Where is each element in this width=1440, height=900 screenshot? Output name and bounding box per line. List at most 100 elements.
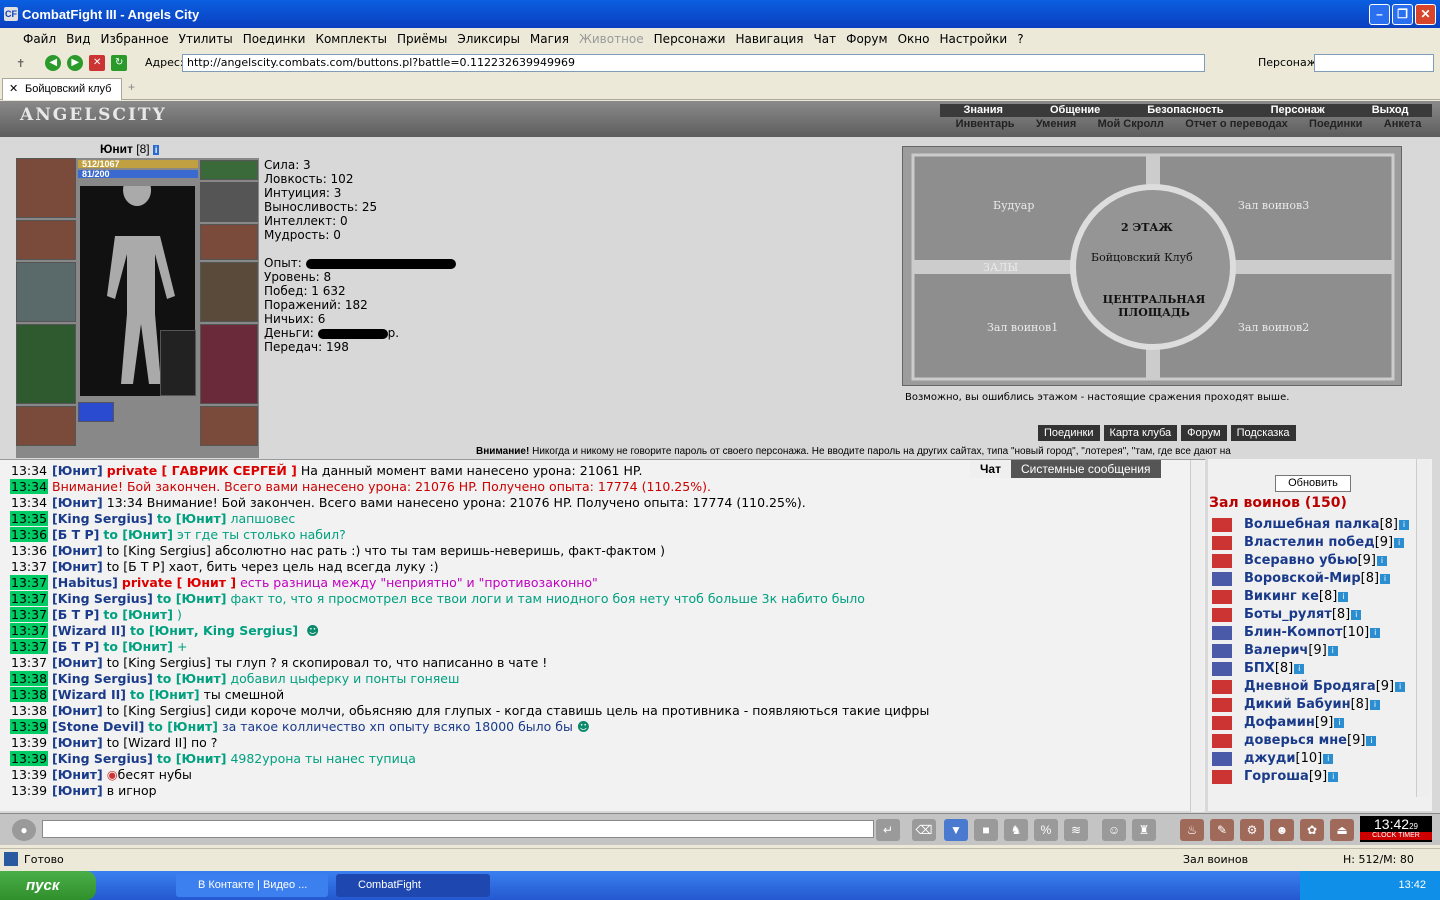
restore-button[interactable]: ❐ xyxy=(1392,4,1413,25)
menu-14[interactable]: Окно xyxy=(893,32,935,46)
message-to[interactable]: to [Юнит, King Sergius] xyxy=(130,623,298,638)
info-icon[interactable]: i xyxy=(1370,627,1381,638)
map-zal3[interactable]: Зал воинов3 xyxy=(1238,199,1309,212)
menu-7[interactable]: Эликсиры xyxy=(452,32,525,46)
minimize-button[interactable]: – xyxy=(1369,4,1390,25)
message-time[interactable]: 13:35 xyxy=(10,511,49,526)
online-user[interactable]: Дневной Бродяга[9] i xyxy=(1212,679,1406,697)
exit-icon[interactable]: ⏏ xyxy=(1330,819,1354,841)
message-nick[interactable]: [Wizard II] xyxy=(52,623,126,638)
info-icon[interactable]: i xyxy=(1394,537,1405,548)
online-user[interactable]: Горгоша[9] i xyxy=(1212,769,1339,787)
info-icon[interactable]: i xyxy=(1395,681,1406,692)
earrings-slot[interactable] xyxy=(200,182,258,222)
user-name[interactable]: джуди xyxy=(1244,751,1296,766)
amulet-slot[interactable] xyxy=(78,402,114,422)
message-nick[interactable]: [Stone Devil] xyxy=(52,719,144,734)
character-name[interactable]: Юнит [8] i xyxy=(100,142,160,156)
menu-4[interactable]: Поединки xyxy=(238,32,311,46)
menu-1[interactable]: Вид xyxy=(61,32,95,46)
nav-bottom-2[interactable]: Мой Скролл xyxy=(1098,118,1164,131)
refresh-button[interactable]: Обновить xyxy=(1275,475,1351,492)
wing-icon[interactable]: ≋ xyxy=(1064,819,1088,841)
message-time[interactable]: 13:39 xyxy=(10,735,48,750)
chat-mode-icon[interactable]: ● xyxy=(12,819,36,841)
online-user[interactable]: Властелин побед[9] i xyxy=(1212,535,1405,553)
message-time[interactable]: 13:37 xyxy=(10,623,49,638)
message-time[interactable]: 13:39 xyxy=(10,751,49,766)
persona-select[interactable] xyxy=(1314,54,1434,72)
message-nick[interactable]: [Юнит] xyxy=(52,559,103,574)
info-icon[interactable]: i xyxy=(1334,717,1345,728)
message-nick[interactable]: [Юнит] xyxy=(52,703,103,718)
message-to[interactable]: to [Юнит] xyxy=(148,719,218,734)
menu-11[interactable]: Навигация xyxy=(730,32,808,46)
info-icon[interactable]: i xyxy=(1338,591,1349,602)
fighter-icon[interactable]: ♞ xyxy=(1004,819,1028,841)
message-nick[interactable]: [King Sergius] xyxy=(52,671,153,686)
menu-12[interactable]: Чат xyxy=(809,32,842,46)
map-central[interactable]: ЦЕНТРАЛЬНАЯ ПЛОЩАДЬ xyxy=(1099,293,1209,319)
helmet-icon[interactable]: ♜ xyxy=(1132,819,1156,841)
pin-icon[interactable]: ✝ xyxy=(16,57,25,70)
message-time[interactable]: 13:38 xyxy=(10,671,49,686)
menu-0[interactable]: Файл xyxy=(18,32,61,46)
menu-2[interactable]: Избранное xyxy=(95,32,173,46)
close-button[interactable]: ✕ xyxy=(1415,4,1436,25)
menu-16[interactable]: ? xyxy=(1012,32,1028,46)
menu-15[interactable]: Настройки xyxy=(934,32,1012,46)
armor-slot[interactable] xyxy=(16,324,76,404)
message-time[interactable]: 13:38 xyxy=(10,687,49,702)
info-icon[interactable]: i xyxy=(1380,573,1391,584)
user-name[interactable]: Боты_рулят xyxy=(1244,607,1332,622)
message-nick[interactable]: [King Sergius] xyxy=(52,591,153,606)
message-time[interactable]: 13:36 xyxy=(10,527,49,542)
message-time[interactable]: 13:37 xyxy=(10,655,48,670)
quill-icon[interactable]: ✎ xyxy=(1210,819,1234,841)
refresh-icon[interactable]: ↻ xyxy=(111,55,128,71)
info-icon[interactable]: i xyxy=(1328,771,1339,782)
task-vkontakte[interactable]: В Контакте | Видео ... xyxy=(176,874,328,897)
info-icon[interactable]: i xyxy=(1366,735,1377,746)
info-icon[interactable]: i xyxy=(1377,555,1388,566)
message-nick[interactable]: [Юнит] xyxy=(52,783,103,798)
bracers-slot[interactable] xyxy=(16,220,76,260)
user-name[interactable]: доверься мне xyxy=(1244,733,1347,748)
tab-fight-club[interactable]: ✕ Бойцовский клуб xyxy=(2,78,122,100)
legs-slot[interactable] xyxy=(200,324,258,404)
task-combatfight[interactable]: CombatFight xyxy=(336,874,490,897)
message-nick[interactable]: [Б Т Р] xyxy=(52,607,99,622)
menu-8[interactable]: Магия xyxy=(525,32,574,46)
close-tab-icon[interactable]: ✕ xyxy=(9,79,18,99)
message-to[interactable]: to [Юнит] xyxy=(157,751,227,766)
user-name[interactable]: Дикий Бабуин xyxy=(1244,697,1351,712)
online-scrollbar[interactable] xyxy=(1416,459,1430,797)
stop-icon[interactable]: ✕ xyxy=(89,55,106,71)
message-nick[interactable]: [Б Т Р] xyxy=(52,527,99,542)
message-nick[interactable]: [Юнит] xyxy=(52,735,103,750)
percent-icon[interactable]: % xyxy=(1034,819,1058,841)
filter-icon[interactable]: ▼ xyxy=(944,819,968,841)
nav-top-1[interactable]: Общение xyxy=(1050,104,1100,117)
nav-bottom-1[interactable]: Умения xyxy=(1036,118,1076,131)
lock-icon[interactable]: ✿ xyxy=(1300,819,1324,841)
message-time[interactable]: 13:37 xyxy=(10,591,49,606)
message-time[interactable]: 13:37 xyxy=(10,575,49,590)
club-button-3[interactable]: Подсказка xyxy=(1230,425,1296,441)
nav-top-4[interactable]: Выход xyxy=(1372,104,1409,117)
nav-bottom-4[interactable]: Поединки xyxy=(1309,118,1362,131)
online-user[interactable]: БПХ[8] i xyxy=(1212,661,1305,679)
user-name[interactable]: Дофамин xyxy=(1244,715,1315,730)
nav-bottom-0[interactable]: Инвентарь xyxy=(956,118,1015,131)
menu-5[interactable]: Комплекты xyxy=(310,32,392,46)
user-name[interactable]: Воровской-Мир xyxy=(1244,571,1361,586)
message-nick[interactable]: [Habitus] xyxy=(52,575,118,590)
message-time[interactable]: 13:34 xyxy=(10,479,49,494)
user-name[interactable]: Дневной Бродяга xyxy=(1244,679,1376,694)
info-icon[interactable]: i xyxy=(1294,663,1305,674)
message-to[interactable]: to [Юнит] xyxy=(103,527,173,542)
message-nick[interactable]: [Юнит] xyxy=(52,495,103,510)
message-time[interactable]: 13:36 xyxy=(10,543,48,558)
message-time[interactable]: 13:39 xyxy=(10,783,48,798)
map-zal2[interactable]: Зал воинов2 xyxy=(1238,321,1309,334)
